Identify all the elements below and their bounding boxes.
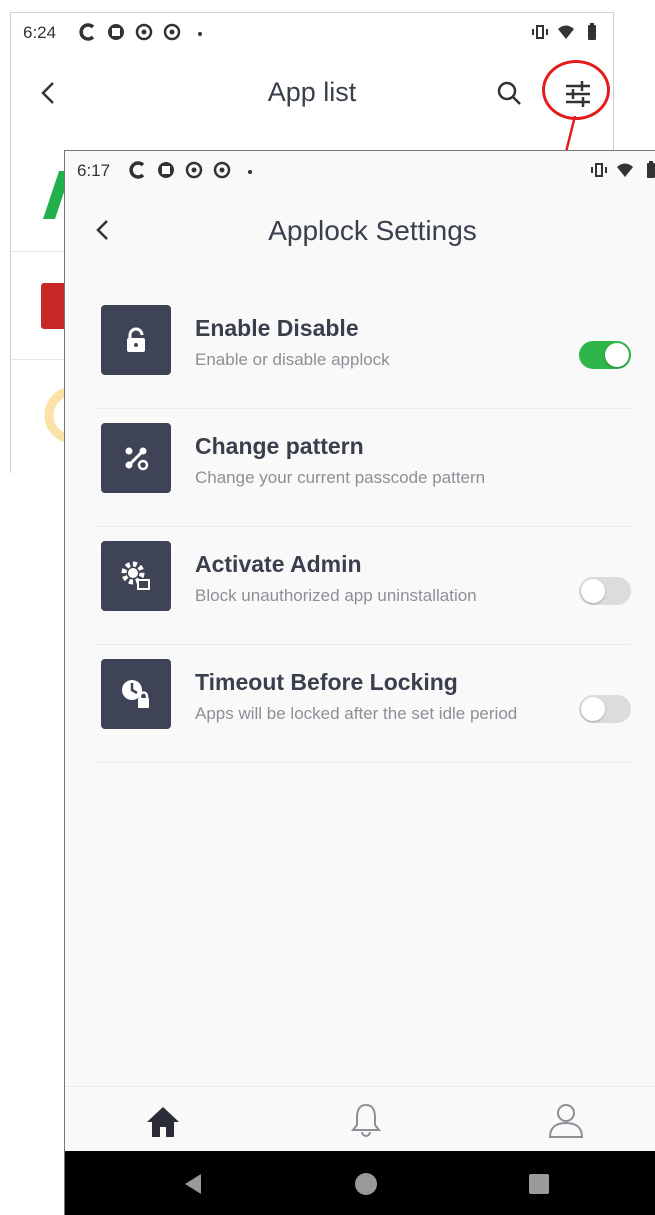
setting-activate-admin[interactable]: Activate Admin Block unauthorized app un… [95, 527, 631, 645]
battery-icon [588, 23, 596, 40]
setting-title: Activate Admin [195, 551, 362, 577]
setting-enable-disable[interactable]: Enable Disable Enable or disable applock [95, 291, 631, 409]
home-icon[interactable] [145, 1105, 181, 1139]
gallery-icon [108, 24, 124, 40]
status-time: 6:17 [77, 161, 111, 180]
clock-lock-icon [101, 659, 171, 729]
vibrate-icon [532, 25, 548, 39]
system-recents-icon[interactable] [529, 1174, 549, 1194]
setting-timeout-before-locking[interactable]: Timeout Before Locking Apps will be lock… [95, 645, 631, 763]
activate-admin-toggle[interactable] [579, 577, 631, 605]
setting-title: Change pattern [195, 433, 364, 459]
status-bar: 6:17 [65, 151, 655, 191]
enable-disable-toggle[interactable] [579, 341, 631, 369]
status-time: 6:24 [23, 23, 57, 42]
pattern-icon [101, 423, 171, 493]
setting-subtitle: Apps will be locked after the set idle p… [195, 704, 518, 723]
dot-icon [198, 32, 202, 36]
toggle-knob [581, 579, 605, 603]
sync-icon-2 [163, 23, 181, 41]
system-navigation-bar [65, 1151, 655, 1215]
sync-icon [185, 161, 203, 179]
admin-gear-icon [101, 541, 171, 611]
sync-icon-2 [213, 161, 231, 179]
system-status-icons [590, 161, 655, 179]
system-home-icon[interactable] [355, 1173, 377, 1195]
user-icon[interactable] [547, 1101, 585, 1139]
status-bar: 6:24 [11, 13, 613, 57]
system-status-icons [531, 23, 601, 41]
c-app-icon [79, 23, 95, 41]
padlock-icon [101, 305, 171, 375]
setting-subtitle: Enable or disable applock [195, 350, 390, 369]
page-title: Applock Settings [268, 215, 477, 246]
timeout-toggle[interactable] [579, 695, 631, 723]
system-back-icon[interactable] [183, 1173, 203, 1195]
settings-list: Enable Disable Enable or disable applock… [95, 291, 631, 763]
sync-icon [135, 23, 153, 41]
vibrate-icon [591, 163, 607, 177]
dot-icon [248, 170, 252, 174]
setting-title: Timeout Before Locking [195, 669, 458, 695]
setting-subtitle: Block unauthorized app uninstallation [195, 586, 477, 605]
wifi-icon [617, 163, 633, 177]
highlight-circle [542, 60, 610, 120]
bottom-navigation [65, 1086, 655, 1151]
notification-icons [79, 23, 209, 41]
wifi-icon [558, 25, 574, 39]
search-icon[interactable] [495, 79, 523, 107]
toggle-knob [581, 697, 605, 721]
battery-icon [647, 161, 655, 178]
bell-icon[interactable] [349, 1101, 383, 1139]
setting-title: Enable Disable [195, 315, 359, 341]
notification-icons [129, 161, 259, 179]
c-app-icon [129, 161, 145, 179]
gallery-icon [158, 162, 174, 178]
toggle-knob [605, 343, 629, 367]
applock-settings-screen: 6:17 Applock Settings Enable Disable Ena… [64, 150, 655, 1215]
setting-change-pattern[interactable]: Change pattern Change your current passc… [95, 409, 631, 527]
setting-subtitle: Change your current passcode pattern [195, 468, 486, 487]
